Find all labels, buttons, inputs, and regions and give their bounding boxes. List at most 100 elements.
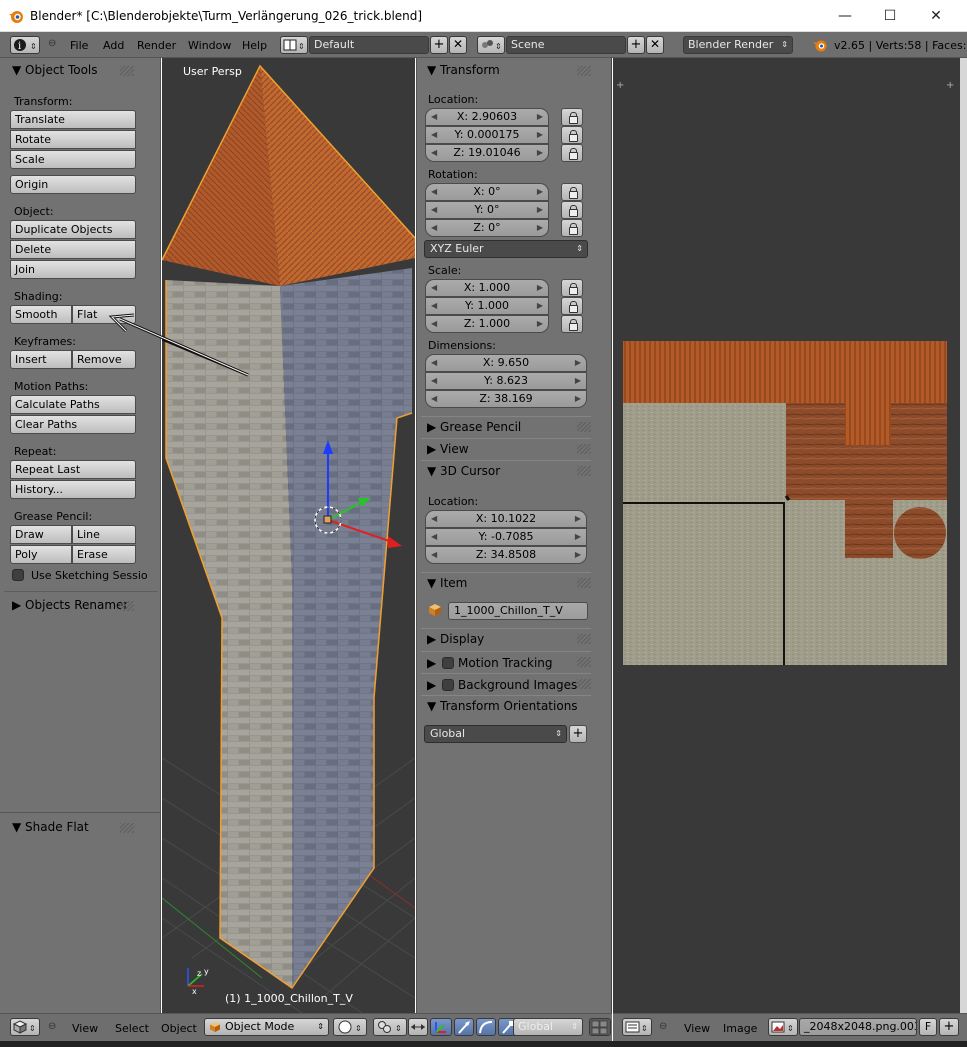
erase-button[interactable]: Erase <box>72 545 136 564</box>
3d-viewport[interactable]: z y x User Persp (1) 1_1000_Chillon_T_V <box>162 58 415 1013</box>
background-images-checkbox[interactable] <box>442 679 455 691</box>
dimension-x-field[interactable]: ◀ X: 9.650 ▶ <box>425 354 587 372</box>
smooth-button[interactable]: Smooth <box>10 305 72 324</box>
menu-image[interactable]: Image <box>723 1022 757 1035</box>
translate-button[interactable]: Translate <box>10 110 136 129</box>
calculate-paths-button[interactable]: Calculate Paths <box>10 395 136 414</box>
grease-pencil-panel-header[interactable]: ▶ Grease Pencil <box>421 416 591 436</box>
dimension-z-field[interactable]: ◀ Z: 38.169 ▶ <box>425 390 587 408</box>
scene-icon[interactable]: ⇕ <box>477 36 505 54</box>
scale-button[interactable]: Scale <box>10 150 136 169</box>
rotation-x-field[interactable]: ◀ X: 0° ▶ <box>425 183 549 201</box>
panel-drag-handle[interactable] <box>577 466 591 476</box>
render-engine-dropdown[interactable]: Blender Render ⇕ <box>683 36 793 54</box>
transform-orientation-dropdown[interactable]: Global ⇕ <box>513 1018 583 1036</box>
menu-file[interactable]: File <box>70 39 88 52</box>
remove-screen-icon[interactable]: ✕ <box>449 36 467 54</box>
use-sketching-checkbox[interactable] <box>12 569 24 581</box>
rotation-z-field[interactable]: ◀ Z: 0° ▶ <box>425 219 549 237</box>
motion-tracking-panel-header[interactable]: ▶ Motion Tracking <box>421 651 591 671</box>
lock-scale-y-icon[interactable] <box>561 297 583 315</box>
lock-location-y-icon[interactable] <box>561 126 583 144</box>
draw-button[interactable]: Draw <box>10 525 72 544</box>
editor-type-image-button[interactable]: ⇕ <box>622 1018 652 1036</box>
menu-render[interactable]: Render <box>137 39 176 52</box>
add-screen-icon[interactable]: + <box>430 36 448 54</box>
panel-drag-handle[interactable] <box>120 823 134 833</box>
new-image-icon[interactable]: + <box>939 1018 959 1036</box>
insert-keyframe-button[interactable]: Insert <box>10 350 72 369</box>
screen-layout-icon[interactable]: ⇕ <box>280 36 308 54</box>
uv-image-editor[interactable]: + + <box>613 58 967 1013</box>
panel-drag-handle[interactable] <box>577 634 591 644</box>
rotation-y-field[interactable]: ◀ Y: 0° ▶ <box>425 201 549 219</box>
add-scene-icon[interactable]: + <box>627 36 645 54</box>
scale-z-field[interactable]: ◀ Z: 1.000 ▶ <box>425 315 549 333</box>
delete-button[interactable]: Delete <box>10 240 136 259</box>
panel-drag-handle[interactable] <box>120 66 134 76</box>
menu-help[interactable]: Help <box>242 39 267 52</box>
location-z-field[interactable]: ◀ Z: 19.01046 ▶ <box>425 144 549 162</box>
repeat-last-button[interactable]: Repeat Last <box>10 460 136 479</box>
duplicate-objects-button[interactable]: Duplicate Objects <box>10 220 136 239</box>
background-images-panel-header[interactable]: ▶ Background Images <box>421 673 591 693</box>
rotate-button[interactable]: Rotate <box>10 130 136 149</box>
layers-grid[interactable] <box>589 1018 611 1036</box>
poly-button[interactable]: Poly <box>10 545 72 564</box>
operator-panel-header[interactable]: ▼ Shade Flat <box>12 820 89 834</box>
origin-button[interactable]: Origin <box>10 175 136 194</box>
cursor-z-field[interactable]: ◀ Z: 34.8508 ▶ <box>425 546 587 564</box>
panel-drag-handle[interactable] <box>577 657 591 667</box>
orientation-dropdown[interactable]: Global ⇕ <box>424 725 567 743</box>
minimize-button[interactable]: — <box>825 4 865 28</box>
menu-object[interactable]: Object <box>161 1022 197 1035</box>
location-y-field[interactable]: ◀ Y: 0.000175 ▶ <box>425 126 549 144</box>
item-panel-header[interactable]: ▼ Item <box>421 572 591 592</box>
pivot-point-dropdown[interactable]: ⇕ <box>373 1018 407 1036</box>
lock-scale-x-icon[interactable] <box>561 279 583 297</box>
menu-select[interactable]: Select <box>115 1022 149 1035</box>
rotate-manipulator-toggle[interactable] <box>476 1018 496 1036</box>
view-panel-header[interactable]: ▶ View <box>421 438 591 458</box>
scene-field[interactable]: Scene <box>506 36 626 54</box>
menu-view[interactable]: View <box>684 1022 710 1035</box>
location-x-field[interactable]: ◀ X: 2.90603 ▶ <box>425 108 549 126</box>
transform-panel-header[interactable]: ▼ Transform <box>427 63 500 77</box>
panel-drag-handle[interactable] <box>577 444 591 454</box>
menu-window[interactable]: Window <box>188 39 231 52</box>
lock-rotation-y-icon[interactable] <box>561 201 583 219</box>
add-orientation-icon[interactable]: + <box>569 725 587 743</box>
panel-drag-handle[interactable] <box>120 601 134 611</box>
screen-layout-field[interactable]: Default <box>309 36 429 54</box>
menu-add[interactable]: Add <box>103 39 124 52</box>
object-mode-dropdown[interactable]: Object Mode ⇕ <box>204 1018 329 1036</box>
cursor-y-field[interactable]: ◀ Y: -0.7085 ▶ <box>425 528 587 546</box>
scale-x-field[interactable]: ◀ X: 1.000 ▶ <box>425 279 549 297</box>
region-expand-icon[interactable]: + <box>946 80 954 91</box>
editor-type-info-button[interactable]: i ⇕ <box>10 36 40 54</box>
object-name-input[interactable]: 1_1000_Chillon_T_V <box>448 602 588 620</box>
rotation-mode-dropdown[interactable]: XYZ Euler ⇕ <box>424 240 588 258</box>
panel-drag-handle[interactable] <box>577 422 591 432</box>
lock-scale-z-icon[interactable] <box>561 315 583 333</box>
cursor-x-field[interactable]: ◀ X: 10.1022 ▶ <box>425 510 587 528</box>
object-tools-panel-header[interactable]: ▼ Object Tools <box>12 63 98 77</box>
panel-drag-handle[interactable] <box>577 66 591 76</box>
manipulator-toggle[interactable] <box>408 1018 428 1036</box>
dimension-y-field[interactable]: ◀ Y: 8.623 ▶ <box>425 372 587 390</box>
3d-cursor-panel-header[interactable]: ▼ 3D Cursor <box>421 460 591 480</box>
collapse-menu-icon[interactable]: ⊖ <box>48 1021 56 1032</box>
clear-paths-button[interactable]: Clear Paths <box>10 415 136 434</box>
translate-manipulator-button[interactable] <box>430 1018 452 1036</box>
region-expand-icon[interactable]: + <box>616 80 624 91</box>
display-panel-header[interactable]: ▶ Display <box>421 628 591 648</box>
fake-user-button[interactable]: F <box>919 1018 937 1036</box>
maximize-button[interactable]: ☐ <box>870 4 910 28</box>
scale-y-field[interactable]: ◀ Y: 1.000 ▶ <box>425 297 549 315</box>
lock-rotation-z-icon[interactable] <box>561 219 583 237</box>
menu-view[interactable]: View <box>72 1022 98 1035</box>
panel-drag-handle[interactable] <box>577 578 591 588</box>
transform-orientations-panel-header[interactable]: ▼ Transform Orientations <box>421 695 591 715</box>
lock-rotation-x-icon[interactable] <box>561 183 583 201</box>
collapse-menu-icon[interactable]: ⊖ <box>659 1021 667 1032</box>
